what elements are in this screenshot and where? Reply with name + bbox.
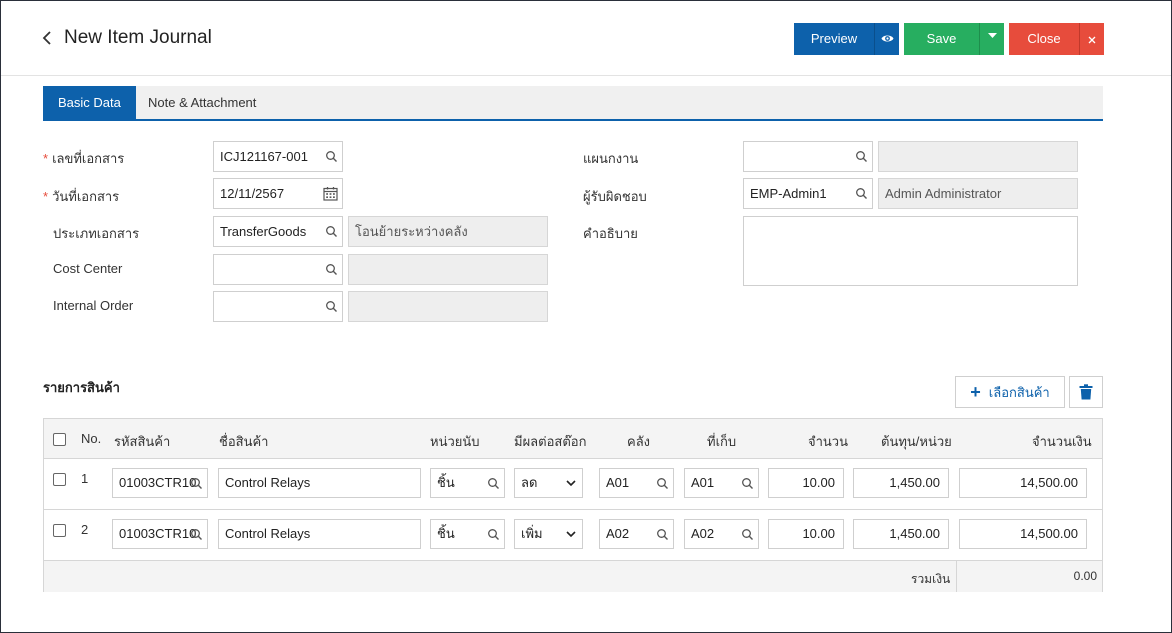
col-item-name: ชื่อสินค้า — [219, 434, 269, 449]
search-icon[interactable] — [325, 263, 338, 276]
stock-effect-select[interactable]: เพิ่ม — [514, 519, 583, 549]
select-items-button[interactable]: + เลือกสินค้า — [955, 376, 1065, 408]
amount-input[interactable]: 14,500.00 — [959, 468, 1087, 498]
search-icon[interactable] — [325, 300, 338, 313]
eye-icon — [881, 35, 894, 42]
cost-center-input[interactable] — [213, 254, 343, 285]
close-icon — [1088, 36, 1096, 44]
chevron-down-icon — [566, 480, 576, 487]
chevron-down-icon — [566, 531, 576, 538]
doc-type-input[interactable]: TransferGoods — [213, 216, 343, 247]
amount-input[interactable]: 14,500.00 — [959, 519, 1087, 549]
row-checkbox[interactable] — [53, 473, 66, 486]
items-section-title: รายการสินค้า — [43, 380, 120, 395]
total-value: 0.00 — [1073, 569, 1097, 583]
cost-center-label: Cost Center — [53, 261, 123, 276]
delete-items-button[interactable] — [1069, 376, 1103, 408]
search-icon[interactable] — [325, 150, 338, 163]
row-checkbox[interactable] — [53, 524, 66, 537]
col-unit: หน่วยนับ — [430, 434, 480, 449]
col-item-code: รหัสสินค้า — [114, 434, 171, 449]
items-table: No. รหัสสินค้า ชื่อสินค้า หน่วยนับ มีผลต… — [43, 418, 1103, 592]
table-footer: รวมเงิน 0.00 — [44, 561, 1102, 592]
doc-no-input[interactable]: ICJ121167-001 — [213, 141, 343, 172]
back-chevron-icon[interactable] — [41, 29, 57, 49]
plus-icon: + — [970, 382, 981, 402]
preview-button[interactable]: Preview — [794, 23, 874, 55]
location-input[interactable]: A02 — [684, 519, 759, 549]
department-description — [878, 141, 1078, 172]
description-textarea[interactable] — [743, 216, 1078, 286]
warehouse-input[interactable]: A01 — [599, 468, 674, 498]
responsible-label: ผู้รับผิดชอบ — [583, 189, 647, 204]
tab-bar: Basic Data Note & Attachment — [43, 86, 1103, 121]
row-number: 2 — [81, 522, 89, 537]
table-header: No. รหัสสินค้า ชื่อสินค้า หน่วยนับ มีผลต… — [44, 419, 1102, 459]
col-warehouse: คลัง — [627, 434, 651, 449]
warehouse-input[interactable]: A02 — [599, 519, 674, 549]
doc-type-description: โอนย้ายระหว่างคลัง — [348, 216, 548, 247]
tab-note-attachment[interactable]: Note & Attachment — [133, 86, 271, 119]
search-icon[interactable] — [855, 187, 868, 200]
search-icon[interactable] — [656, 528, 669, 541]
item-name-input[interactable]: Control Relays — [218, 468, 421, 498]
responsible-input[interactable]: EMP-Admin1 — [743, 178, 873, 209]
search-icon[interactable] — [656, 477, 669, 490]
item-code-input[interactable]: 01003CTR10 — [112, 468, 208, 498]
item-name-input[interactable]: Control Relays — [218, 519, 421, 549]
close-button[interactable]: Close — [1009, 23, 1079, 55]
save-dropdown-button[interactable] — [979, 23, 1004, 55]
unit-cost-input[interactable]: 1,450.00 — [853, 519, 949, 549]
search-icon[interactable] — [741, 528, 754, 541]
unit-input[interactable]: ชิ้น — [430, 468, 505, 498]
responsible-description: Admin Administrator — [878, 178, 1078, 209]
search-icon[interactable] — [325, 225, 338, 238]
search-icon[interactable] — [741, 477, 754, 490]
search-icon[interactable] — [487, 477, 500, 490]
unit-cost-input[interactable]: 1,450.00 — [853, 468, 949, 498]
doc-date-input[interactable]: 12/11/2567 — [213, 178, 343, 209]
col-location: ที่เก็บ — [707, 434, 737, 449]
col-unit-cost: ต้นทุน/หน่วย — [881, 434, 952, 449]
col-quantity: จำนวน — [808, 434, 848, 449]
doc-no-label: * เลขที่เอกสาร — [43, 151, 125, 166]
doc-type-label: ประเภทเอกสาร — [53, 226, 140, 241]
search-icon[interactable] — [855, 150, 868, 163]
calendar-icon[interactable] — [323, 186, 338, 201]
internal-order-input[interactable] — [213, 291, 343, 322]
tab-basic-data[interactable]: Basic Data — [43, 86, 136, 119]
col-amount: จำนวนเงิน — [1032, 434, 1092, 449]
internal-order-label: Internal Order — [53, 298, 134, 313]
stock-effect-select[interactable]: ลด — [514, 468, 583, 498]
preview-eye-button[interactable] — [874, 23, 899, 55]
row-number: 1 — [81, 471, 89, 486]
close-x-button[interactable] — [1079, 23, 1104, 55]
save-button[interactable]: Save — [904, 23, 979, 55]
footer-divider — [956, 561, 957, 592]
trash-icon — [1079, 384, 1093, 400]
quantity-input[interactable]: 10.00 — [768, 468, 844, 498]
col-stock-effect: มีผลต่อสต๊อก — [514, 434, 587, 449]
search-icon[interactable] — [190, 477, 203, 490]
caret-down-icon — [987, 33, 997, 38]
select-all-checkbox[interactable] — [53, 433, 66, 446]
search-icon[interactable] — [190, 528, 203, 541]
page-header: New Item Journal Preview Save Close — [1, 1, 1171, 76]
description-label: คำอธิบาย — [583, 226, 638, 241]
doc-date-label: * วันที่เอกสาร — [43, 189, 120, 204]
department-input[interactable] — [743, 141, 873, 172]
internal-order-description — [348, 291, 548, 322]
col-no: No. — [81, 431, 102, 446]
page-title: New Item Journal — [64, 27, 212, 48]
department-label: แผนกงาน — [583, 151, 639, 166]
cost-center-description — [348, 254, 548, 285]
total-label: รวมเงิน — [911, 572, 951, 586]
table-row: 1 01003CTR10 Control Relays ชิ้น ลด A01 … — [44, 459, 1102, 510]
search-icon[interactable] — [487, 528, 500, 541]
table-row: 2 01003CTR10 Control Relays ชิ้น เพิ่ม A… — [44, 510, 1102, 561]
unit-input[interactable]: ชิ้น — [430, 519, 505, 549]
item-code-input[interactable]: 01003CTR10 — [112, 519, 208, 549]
location-input[interactable]: A01 — [684, 468, 759, 498]
quantity-input[interactable]: 10.00 — [768, 519, 844, 549]
